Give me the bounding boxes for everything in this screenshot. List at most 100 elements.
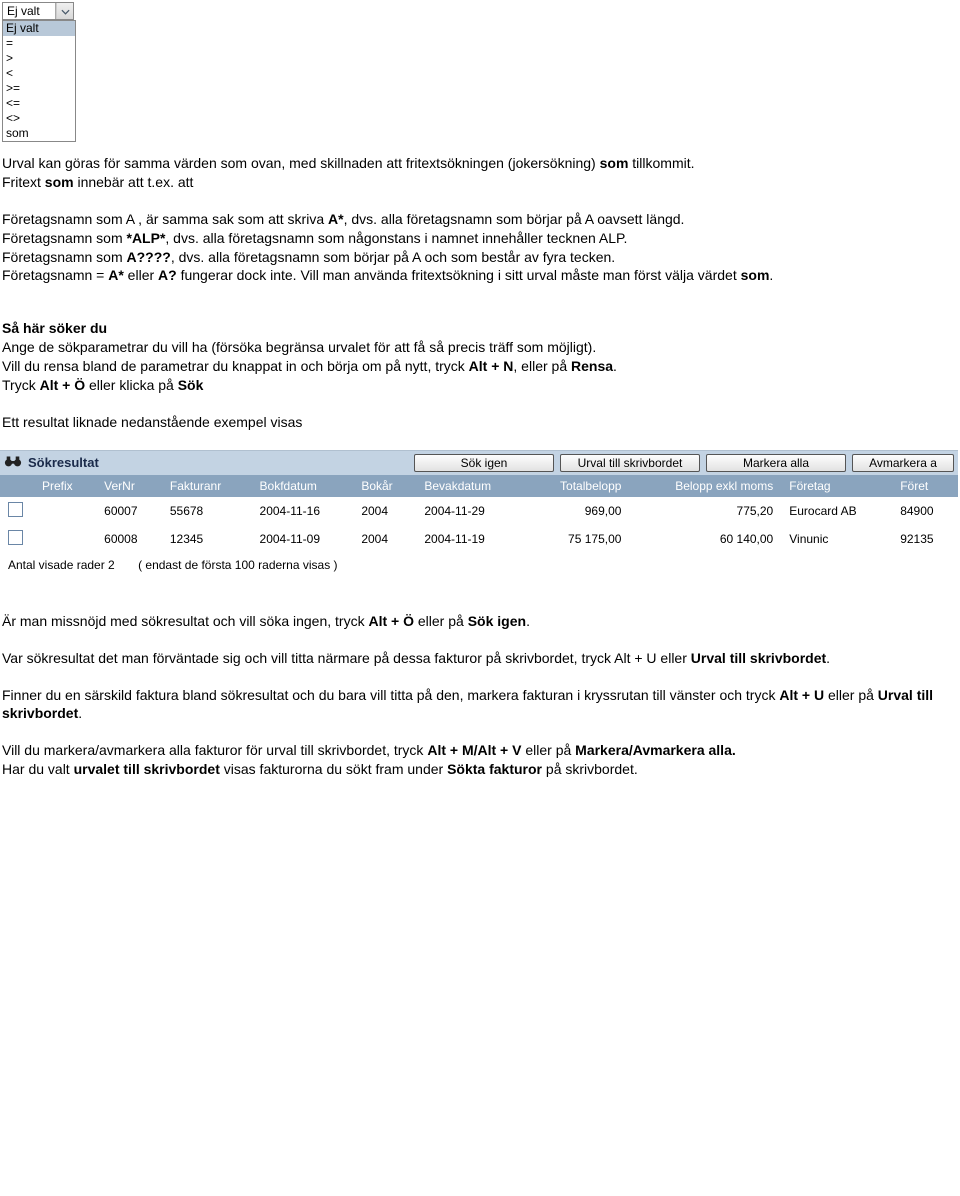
paragraph: Företagsnamn som A , är samma sak som at… xyxy=(2,210,958,286)
paragraph: Ett resultat liknade nedanstående exempe… xyxy=(2,413,958,432)
text-bold: A???? xyxy=(127,249,171,265)
text: Fritext xyxy=(2,174,45,190)
cell-exkl: 60 140,00 xyxy=(629,525,781,553)
cell-vernr: 60007 xyxy=(96,497,162,525)
col-checkbox xyxy=(0,475,34,497)
text: Vill du markera/avmarkera alla fakturor … xyxy=(2,742,427,758)
text-bold: Urval till skrivbordet xyxy=(691,650,826,666)
panel-title-text: Sökresultat xyxy=(28,455,99,470)
search-again-button[interactable]: Sök igen xyxy=(414,454,554,472)
text-bold: Alt + M/Alt + V xyxy=(427,742,521,758)
paragraph: Är man missnöjd med sökresultat och vill… xyxy=(2,612,958,631)
document-body: Urval kan göras för samma värden som ova… xyxy=(0,142,960,432)
text-bold: Sökta fakturor xyxy=(447,761,542,777)
text: . xyxy=(769,267,773,283)
text: på skrivbordet. xyxy=(542,761,638,777)
heading: Så här söker du xyxy=(2,320,107,336)
col-bevakdatum: Bevakdatum xyxy=(416,475,526,497)
col-foret: Föret xyxy=(892,475,958,497)
text-bold: Alt + N xyxy=(469,358,514,374)
text: eller på xyxy=(521,742,575,758)
text: Företagsnamn som xyxy=(2,230,127,246)
text: , eller på xyxy=(513,358,571,374)
row-checkbox[interactable] xyxy=(8,502,23,517)
search-result-header: Sökresultat Sök igen Urval till skrivbor… xyxy=(0,451,958,475)
text-bold: Sök xyxy=(178,377,204,393)
paragraph: Vill du markera/avmarkera alla fakturor … xyxy=(2,741,958,779)
text: eller klicka på xyxy=(85,377,178,393)
text: . xyxy=(613,358,617,374)
col-bokfdatum: Bokfdatum xyxy=(252,475,354,497)
text: , dvs. alla företagsnamn som börjar på A… xyxy=(171,249,615,265)
cell-bokfdatum: 2004-11-16 xyxy=(252,497,354,525)
cell-foretag: Vinunic xyxy=(781,525,892,553)
dropdown-option[interactable]: som xyxy=(3,126,75,141)
dropdown-option[interactable]: <> xyxy=(3,111,75,126)
cell-bokfdatum: 2004-11-09 xyxy=(252,525,354,553)
cell-bevak: 2004-11-19 xyxy=(416,525,526,553)
text: eller xyxy=(124,267,158,283)
text-bold: *ALP* xyxy=(127,230,166,246)
dropdown-toggle-button[interactable] xyxy=(56,3,73,19)
text-bold: A* xyxy=(108,267,124,283)
results-footer: Antal visade rader 2 ( endast de första … xyxy=(0,553,958,582)
col-bokar: Bokår xyxy=(353,475,416,497)
selection-to-desktop-button[interactable]: Urval till skrivbordet xyxy=(560,454,700,472)
unmark-all-button[interactable]: Avmarkera a xyxy=(852,454,954,472)
text: . xyxy=(826,650,830,666)
cell-bokar: 2004 xyxy=(353,497,416,525)
text: Är man missnöjd med sökresultat och vill… xyxy=(2,613,368,629)
text: Företagsnamn som xyxy=(2,249,127,265)
text-bold: urvalet till skrivbordet xyxy=(74,761,220,777)
text-bold: som xyxy=(600,155,629,171)
dropdown-select[interactable]: Ej valt xyxy=(2,2,74,20)
text: , dvs. alla företagsnamn som någonstans … xyxy=(165,230,627,246)
text-bold: Alt + U xyxy=(779,687,824,703)
text-bold: Sök igen xyxy=(468,613,526,629)
dropdown-option[interactable]: > xyxy=(3,51,75,66)
text: eller på xyxy=(824,687,878,703)
text: Har du valt xyxy=(2,761,74,777)
dropdown-option[interactable]: Ej valt xyxy=(3,21,75,36)
search-result-panel: Sökresultat Sök igen Urval till skrivbor… xyxy=(0,450,958,582)
search-result-title: Sökresultat xyxy=(4,454,99,471)
dropdown-option[interactable]: < xyxy=(3,66,75,81)
dropdown-option[interactable]: >= xyxy=(3,81,75,96)
text-bold: Alt + Ö xyxy=(40,377,86,393)
paragraph: Var sökresultat det man förväntade sig o… xyxy=(2,649,958,668)
table-row: 60007 55678 2004-11-16 2004 2004-11-29 9… xyxy=(0,497,958,525)
text-bold: som xyxy=(45,174,74,190)
col-fakturanr: Fakturanr xyxy=(162,475,252,497)
text: Tryck xyxy=(2,377,40,393)
cell-foret: 84900 xyxy=(892,497,958,525)
text: Var sökresultat det man förväntade sig o… xyxy=(2,650,691,666)
text-bold: Markera/Avmarkera alla. xyxy=(575,742,736,758)
cell-bokar: 2004 xyxy=(353,525,416,553)
dropdown-option[interactable]: <= xyxy=(3,96,75,111)
col-exklmoms: Belopp exkl moms xyxy=(629,475,781,497)
text-bold: Alt + Ö xyxy=(368,613,414,629)
paragraph: Så här söker du Ange de sökparametrar du… xyxy=(2,319,958,395)
text-bold: A? xyxy=(158,267,177,283)
text: Urval kan göras för samma värden som ova… xyxy=(2,155,600,171)
paragraph: Finner du en särskild faktura bland sökr… xyxy=(2,686,958,724)
text-bold: som xyxy=(741,267,770,283)
cell-foret: 92135 xyxy=(892,525,958,553)
col-foretag: Företag xyxy=(781,475,892,497)
cell-foretag: Eurocard AB xyxy=(781,497,892,525)
text: visas fakturorna du sökt fram under xyxy=(220,761,447,777)
dropdown-option[interactable]: = xyxy=(3,36,75,51)
text: Vill du rensa bland de parametrar du kna… xyxy=(2,358,469,374)
table-row: 60008 12345 2004-11-09 2004 2004-11-19 7… xyxy=(0,525,958,553)
dropdown-selected-value: Ej valt xyxy=(3,3,56,19)
text-bold: A* xyxy=(328,211,344,227)
text: innebär att t.ex. att xyxy=(74,174,194,190)
text: . xyxy=(526,613,530,629)
footer-note: ( endast de första 100 raderna visas ) xyxy=(138,558,337,572)
text: fungerar dock inte. Vill man använda fri… xyxy=(177,267,741,283)
cell-exkl: 775,20 xyxy=(629,497,781,525)
mark-all-button[interactable]: Markera alla xyxy=(706,454,846,472)
row-checkbox[interactable] xyxy=(8,530,23,545)
col-prefix: Prefix xyxy=(34,475,96,497)
cell-prefix xyxy=(34,497,96,525)
